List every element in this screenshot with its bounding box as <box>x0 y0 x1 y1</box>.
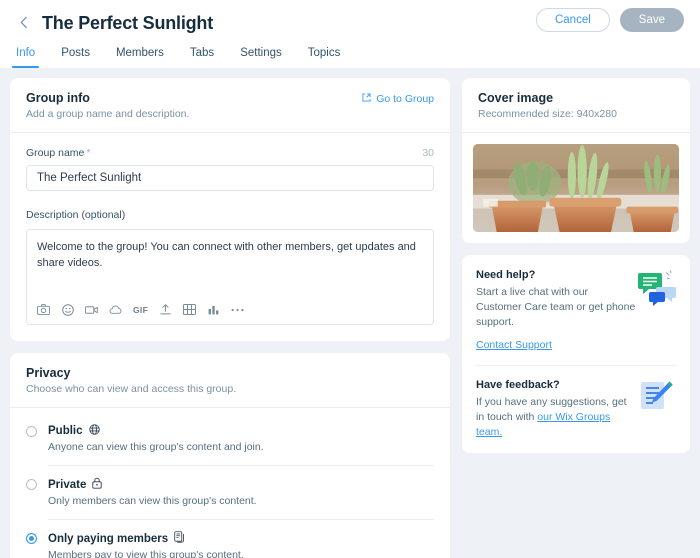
gif-icon[interactable]: GIF <box>133 305 148 315</box>
privacy-option-public[interactable]: Public Anyone can view this group's cont… <box>10 412 450 465</box>
group-info-card: Group info Add a group name and descript… <box>10 78 450 341</box>
privacy-option-public-title: Public <box>48 424 434 438</box>
description-label-row: Description (optional) <box>26 205 434 223</box>
privacy-option-private-title: Private <box>48 477 434 492</box>
privacy-option-private-label: Private <box>48 478 87 491</box>
tab-tabs[interactable]: Tabs <box>190 47 214 68</box>
left-column: Group info Add a group name and descript… <box>10 78 450 558</box>
upload-icon[interactable] <box>159 303 172 316</box>
radio-private[interactable] <box>26 479 37 490</box>
radio-only-paying-members[interactable] <box>26 533 37 544</box>
group-name-counter: 30 <box>422 147 434 159</box>
contact-support-link[interactable]: Contact Support <box>476 339 552 351</box>
go-to-group-link[interactable]: Go to Group <box>362 93 434 105</box>
privacy-option-paying-desc: Members pay to view this group's content… <box>48 549 244 558</box>
lock-icon <box>92 477 103 492</box>
emoji-icon[interactable] <box>61 303 74 316</box>
chevron-left-icon[interactable] <box>16 14 32 30</box>
cover-image-subtitle: Recommended size: 940x280 <box>478 108 617 120</box>
need-help-text: Start a live chat with our Customer Care… <box>476 286 636 329</box>
need-help-section: Need help? Start a live chat with our Cu… <box>462 255 690 365</box>
tab-bar: Info Posts Members Tabs Settings Topics <box>0 38 700 68</box>
privacy-option-private-desc: Only members can view this group's conte… <box>48 495 257 507</box>
privacy-option-paying-label: Only paying members <box>48 532 169 545</box>
poll-icon[interactable] <box>207 303 220 316</box>
group-info-header: Group info Add a group name and descript… <box>10 78 450 133</box>
required-marker: * <box>86 147 91 159</box>
privacy-option-paying-title: Only paying members <box>48 531 434 546</box>
cover-photo[interactable] <box>473 144 679 232</box>
group-info-body: Group name * 30 The Perfect Sunlight Desc… <box>10 133 450 341</box>
video-icon[interactable] <box>85 303 98 316</box>
chat-bubbles-icon <box>636 269 678 307</box>
page-title: The Perfect Sunlight <box>42 12 214 33</box>
app-root: The Perfect Sunlight Info Posts Members … <box>0 0 700 558</box>
cloud-icon[interactable] <box>109 303 122 316</box>
privacy-option-public-desc: Anyone can view this group's content and… <box>48 441 264 453</box>
header-actions: Cancel Save <box>535 8 684 32</box>
go-to-group-label: Go to Group <box>376 93 434 105</box>
tab-info[interactable]: Info <box>11 47 40 68</box>
privacy-title: Privacy <box>26 366 71 380</box>
external-link-icon <box>362 93 371 105</box>
tab-posts[interactable]: Posts <box>61 47 90 68</box>
support-card: Need help? Start a live chat with our Cu… <box>462 255 690 453</box>
paid-plan-icon <box>174 531 186 546</box>
right-column: Cover image Recommended size: 940x280 Ne… <box>462 78 690 558</box>
privacy-card: Privacy Choose who can view and access t… <box>10 353 450 558</box>
group-name-label: Group name * <box>26 147 90 159</box>
more-icon[interactable] <box>231 303 244 316</box>
radio-public[interactable] <box>26 426 37 437</box>
group-info-subtitle: Add a group name and description. <box>26 108 190 120</box>
globe-icon <box>88 424 100 438</box>
privacy-header: Privacy Choose who can view and access t… <box>10 353 450 408</box>
tab-settings[interactable]: Settings <box>240 47 282 68</box>
privacy-option-public-label: Public <box>48 425 83 437</box>
feedback-section: Have feedback? If you have any suggestio… <box>462 364 690 453</box>
description-textarea[interactable]: Welcome to the group! You can connect wi… <box>26 229 434 325</box>
cancel-button[interactable]: Cancel <box>535 8 610 32</box>
save-button[interactable]: Save <box>619 8 684 32</box>
privacy-options: Public Anyone can view this group's cont… <box>10 408 450 558</box>
group-name-label-text: Group name <box>26 147 85 159</box>
privacy-option-public-body: Public Anyone can view this group's cont… <box>48 424 434 453</box>
tab-members[interactable]: Members <box>116 47 164 68</box>
top-bar: The Perfect Sunlight Info Posts Members … <box>0 0 700 68</box>
privacy-option-paying-body: Only paying members Members pay to view … <box>48 519 434 558</box>
tab-topics[interactable]: Topics <box>308 47 341 68</box>
content-area: Group info Add a group name and descript… <box>0 68 700 558</box>
document-pen-icon <box>636 379 678 417</box>
contact-support-row: Contact Support <box>476 338 636 353</box>
grid-icon[interactable] <box>183 303 197 316</box>
privacy-option-paying[interactable]: Only paying members Members pay to view … <box>10 519 450 558</box>
camera-icon[interactable] <box>37 303 50 316</box>
group-name-label-row: Group name * 30 <box>26 147 434 159</box>
description-label: Description (optional) <box>26 209 126 221</box>
cover-image-body <box>462 133 690 243</box>
privacy-option-private[interactable]: Private Only members can view this group… <box>10 465 450 519</box>
cover-image-title: Cover image <box>478 91 554 105</box>
privacy-subtitle: Choose who can view and access this grou… <box>26 383 237 395</box>
description-value: Welcome to the group! You can connect wi… <box>37 241 416 269</box>
cover-image-card: Cover image Recommended size: 940x280 <box>462 78 690 243</box>
group-name-input[interactable]: The Perfect Sunlight <box>26 165 434 191</box>
feedback-text: If you have any suggestions, get in touc… <box>476 395 636 441</box>
editor-toolbar: GIF <box>37 303 244 316</box>
cover-image-header: Cover image Recommended size: 940x280 <box>462 78 690 133</box>
privacy-option-private-body: Private Only members can view this group… <box>48 465 434 507</box>
